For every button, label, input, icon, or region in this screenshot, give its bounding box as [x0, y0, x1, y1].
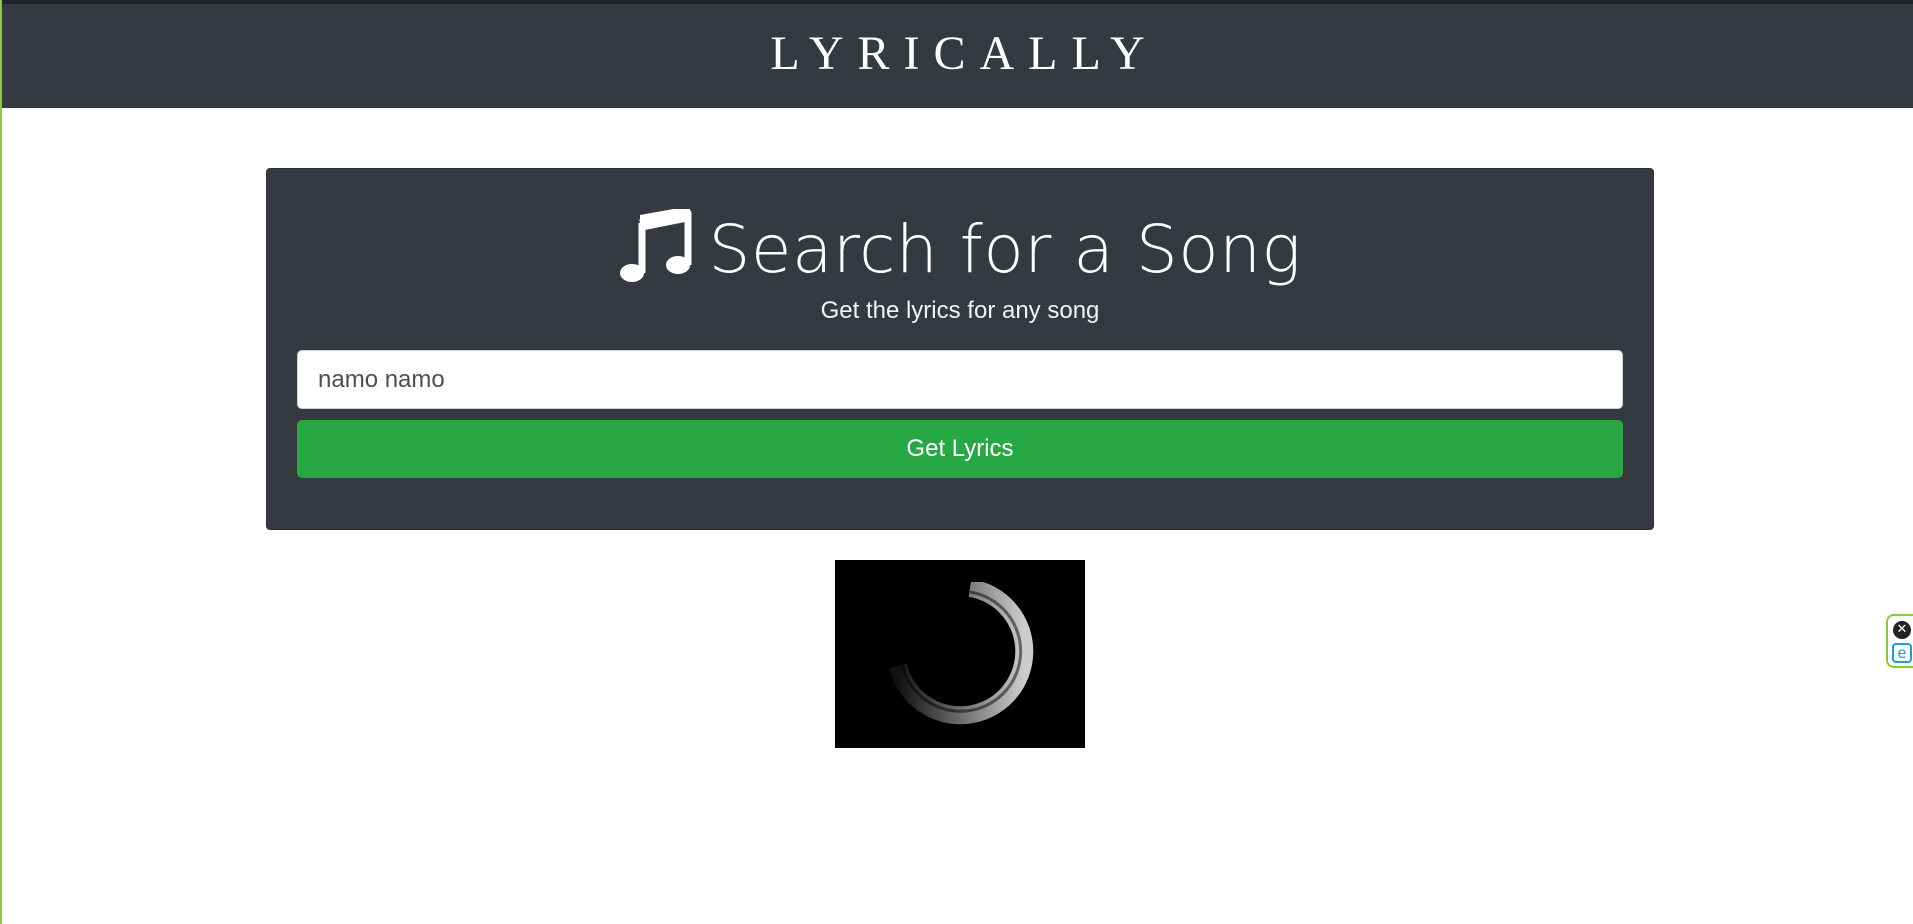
navbar: LYRICALLY	[2, 0, 1913, 108]
brand-logo[interactable]: LYRICALLY	[756, 26, 1158, 81]
browser-extension-widget: ✕ e	[1886, 614, 1913, 668]
music-icon	[620, 209, 692, 282]
song-search-input[interactable]	[297, 350, 1623, 409]
left-accent-bar	[0, 0, 2, 924]
close-icon[interactable]: ✕	[1893, 621, 1911, 639]
loading-panel	[835, 560, 1085, 748]
page-subtitle: Get the lyrics for any song	[820, 297, 1100, 324]
search-panel: Search for a Song Get the lyrics for any…	[266, 168, 1654, 530]
extension-logo-icon[interactable]: e	[1892, 643, 1912, 663]
search-title-row: Search for a Song	[267, 199, 1653, 299]
get-lyrics-button[interactable]: Get Lyrics	[297, 420, 1623, 478]
page: LYRICALLY Search for a Song Get the lyri…	[0, 0, 1913, 924]
page-title: Search for a Song	[708, 210, 1302, 288]
loading-spinner-icon	[890, 582, 1034, 725]
